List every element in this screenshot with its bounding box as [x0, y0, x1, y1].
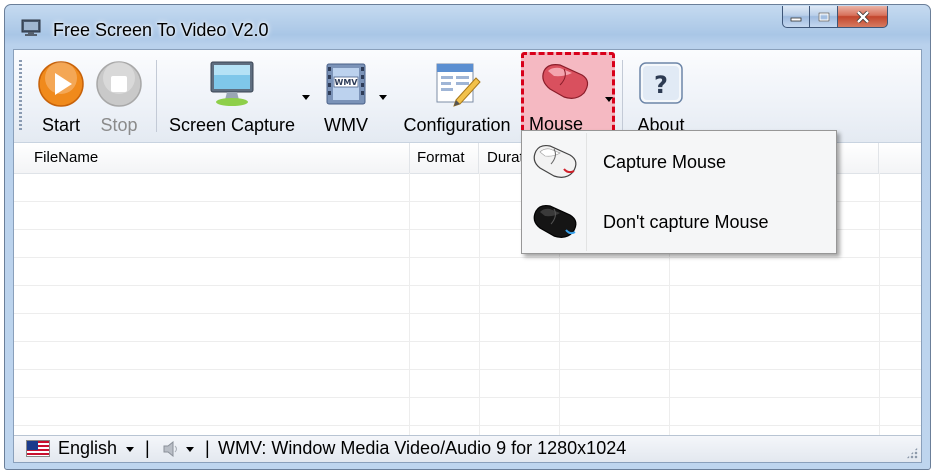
black-mouse-icon: [533, 204, 577, 238]
minimize-icon: [790, 17, 802, 21]
menu-item-dont-capture-mouse[interactable]: Don't capture Mouse: [524, 193, 834, 251]
menu-item-label: Don't capture Mouse: [603, 212, 769, 232]
toolbar-grip[interactable]: [19, 60, 22, 132]
column-header-filename[interactable]: FileName: [30, 143, 410, 173]
audio-dropdown-arrow[interactable]: [186, 447, 194, 452]
maximize-icon: [818, 12, 829, 21]
mouse-dropdown-menu: Capture Mouse Don't capture Mouse: [521, 130, 837, 254]
close-icon: [856, 10, 869, 23]
us-flag-icon: [26, 440, 50, 457]
white-mouse-icon: [533, 144, 577, 178]
grid-column-line: [409, 173, 410, 438]
wmv-dropdown-arrow[interactable]: [379, 95, 387, 100]
title-bar[interactable]: Free Screen To Video V2.0: [5, 5, 930, 49]
main-client-area: Start Stop Screen Capture WMV WMV Config…: [13, 49, 922, 463]
resize-grip[interactable]: [906, 447, 918, 459]
window-title: Free Screen To Video V2.0: [53, 20, 269, 40]
toolbar-separator: [622, 60, 623, 132]
screen-capture-dropdown-arrow[interactable]: [302, 95, 310, 100]
config-pencil-icon: [436, 63, 481, 107]
status-separator: |: [145, 438, 150, 458]
stop-icon: [96, 61, 142, 107]
mouse-dropdown-arrow[interactable]: [605, 97, 613, 102]
speaker-icon[interactable]: [162, 441, 180, 457]
close-button[interactable]: [838, 6, 888, 28]
grid-row-line: [14, 285, 921, 286]
grid-column-line: [879, 173, 880, 438]
monitor-icon: [210, 61, 254, 106]
svg-text:WMV: WMV: [335, 78, 359, 87]
stop-button[interactable]: Stop: [92, 54, 146, 138]
wmv-label: WMV: [324, 115, 368, 135]
grid-column-line: [479, 173, 480, 438]
screen-capture-label: Screen Capture: [168, 115, 296, 135]
play-icon: [38, 61, 84, 107]
wmv-button[interactable]: WMV WMV: [314, 54, 378, 138]
start-label: Start: [41, 115, 80, 135]
configuration-label: Configuration: [403, 115, 511, 135]
question-icon: ?: [639, 62, 683, 104]
app-icon: [21, 19, 41, 36]
mouse-button[interactable]: Mouse: [521, 52, 615, 140]
minimize-button[interactable]: [782, 6, 810, 28]
maximize-button[interactable]: [810, 6, 838, 28]
configuration-button[interactable]: Configuration: [394, 54, 520, 138]
grid-row-line: [14, 397, 921, 398]
film-wmv-icon: WMV: [326, 63, 366, 105]
language-dropdown-arrow[interactable]: [126, 447, 134, 452]
grid-row-line: [14, 341, 921, 342]
screen-capture-button[interactable]: Screen Capture: [164, 54, 300, 138]
status-separator: |: [205, 438, 210, 458]
grid-row-line: [14, 425, 921, 426]
grid-row-line: [14, 369, 921, 370]
mouse-icon: [542, 64, 589, 99]
column-header[interactable]: [879, 143, 921, 173]
stop-label: Stop: [100, 115, 138, 135]
status-bar: English | | WMV: Window Media Video/Audi…: [14, 435, 921, 462]
about-button[interactable]: ? About: [628, 54, 694, 138]
format-info-text: WMV: Window Media Video/Audio 9 for 1280…: [218, 438, 627, 458]
svg-text:?: ?: [654, 71, 668, 99]
toolbar-separator: [156, 60, 157, 132]
language-selector[interactable]: English: [58, 438, 117, 459]
start-button[interactable]: Start: [34, 54, 88, 138]
menu-item-capture-mouse[interactable]: Capture Mouse: [524, 133, 834, 191]
column-header-format[interactable]: Format: [409, 143, 479, 173]
grid-row-line: [14, 313, 921, 314]
grid-row-line: [14, 257, 921, 258]
menu-item-label: Capture Mouse: [603, 152, 727, 172]
